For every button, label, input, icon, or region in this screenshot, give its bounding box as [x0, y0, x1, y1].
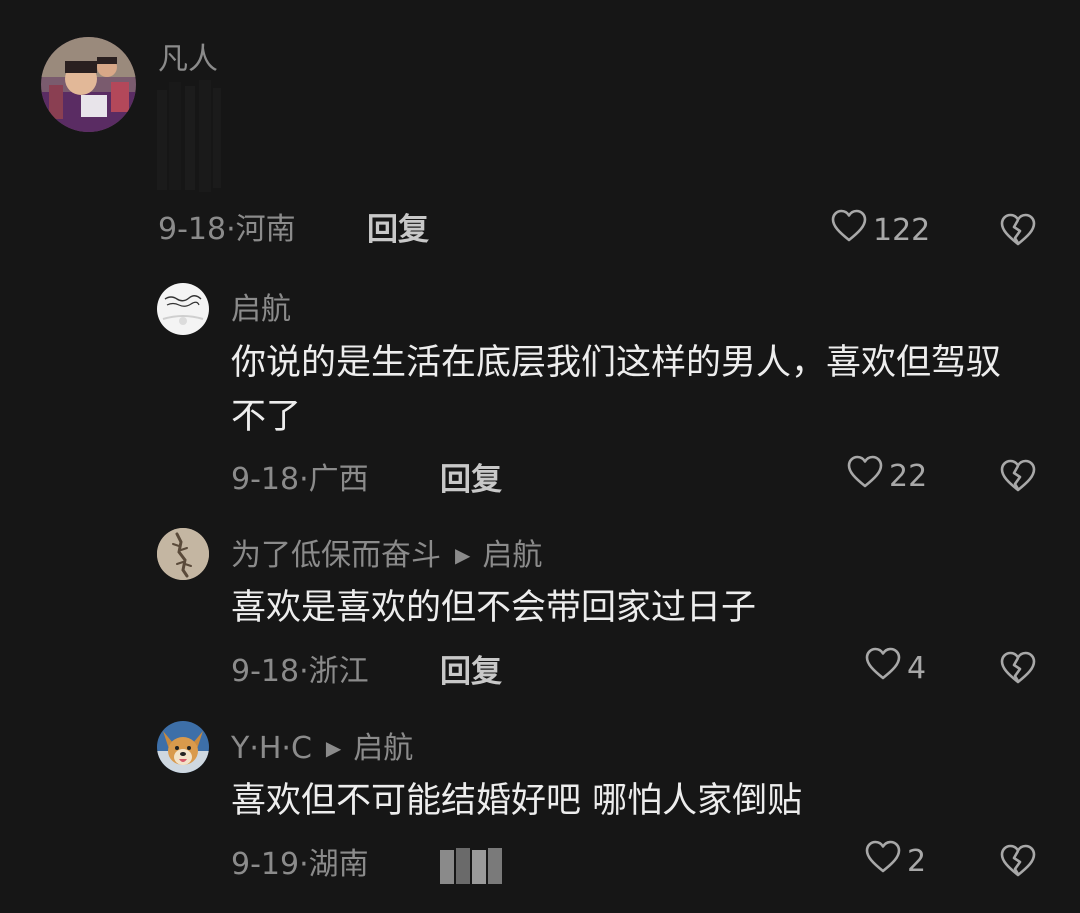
username[interactable]: 为了低保而奋斗 ▶ 启航 [231, 537, 542, 574]
like-count: 2 [907, 843, 927, 879]
heart-outline-icon [865, 840, 901, 882]
reply-button[interactable]: 回复 [367, 212, 429, 248]
comment-text: 喜欢是喜欢的但不会带回家过日子 [231, 588, 757, 628]
username[interactable]: Y·H·C ▶ 启航 [231, 730, 413, 767]
comment-text: 你说的是生活在底层我们这样的男人，喜欢但驾驭不了 [231, 343, 1002, 437]
comment-date: 9-19 [231, 847, 300, 882]
username-text: 为了低保而奋斗 [231, 538, 441, 573]
username[interactable]: 启航 [231, 292, 291, 328]
comment-location: 浙江 [308, 654, 369, 689]
play-triangle-icon: ▶ [455, 543, 471, 567]
like-count: 4 [907, 650, 927, 686]
reply-button[interactable]: 回复 [440, 654, 502, 690]
username-text: Y·H·C [231, 731, 312, 766]
like-count: 122 [873, 212, 931, 248]
broken-heart-icon [1000, 459, 1036, 497]
reply-to-username[interactable]: 启航 [482, 538, 542, 573]
dislike-button[interactable] [1000, 844, 1036, 878]
dislike-button[interactable] [1000, 213, 1036, 247]
broken-heart-icon [1000, 651, 1036, 689]
comment-location: 湖南 [308, 847, 369, 882]
redacted-content [440, 848, 504, 884]
heart-outline-icon [865, 647, 901, 689]
comment-meta: 9-18·浙江 [231, 654, 369, 689]
comment-location: 河南 [235, 212, 296, 247]
like-button[interactable]: 122 [831, 209, 931, 251]
like-button[interactable]: 2 [865, 840, 927, 882]
avatar[interactable] [157, 528, 209, 580]
comment-date: 9-18 [231, 462, 300, 497]
like-button[interactable]: 22 [847, 455, 928, 497]
comment-meta: 9-18·广西 [231, 462, 369, 497]
comment-text: 喜欢但不可能结婚好吧 哪怕人家倒贴 [231, 781, 803, 821]
comment-meta: 9-19·湖南 [231, 847, 369, 882]
broken-heart-icon [1000, 844, 1036, 882]
reply-to-username[interactable]: 启航 [353, 731, 413, 766]
broken-heart-icon [1000, 213, 1036, 251]
play-triangle-icon: ▶ [325, 736, 342, 760]
comment-meta: 9-18·河南 [158, 212, 296, 247]
comment-date: 9-18 [231, 654, 300, 689]
reply-button[interactable]: 回复 [440, 462, 502, 498]
like-button[interactable]: 4 [865, 647, 927, 689]
dislike-button[interactable] [1000, 651, 1036, 685]
heart-outline-icon [847, 455, 883, 497]
heart-outline-icon [831, 209, 867, 251]
comment-date: 9-18 [158, 212, 227, 247]
comment-location: 广西 [308, 462, 369, 497]
username[interactable]: 凡人 [158, 42, 218, 78]
avatar[interactable] [41, 37, 136, 132]
like-count: 22 [889, 458, 928, 494]
avatar[interactable] [157, 283, 209, 335]
dislike-button[interactable] [1000, 459, 1036, 493]
avatar[interactable] [157, 721, 209, 773]
redacted-content [155, 80, 223, 192]
